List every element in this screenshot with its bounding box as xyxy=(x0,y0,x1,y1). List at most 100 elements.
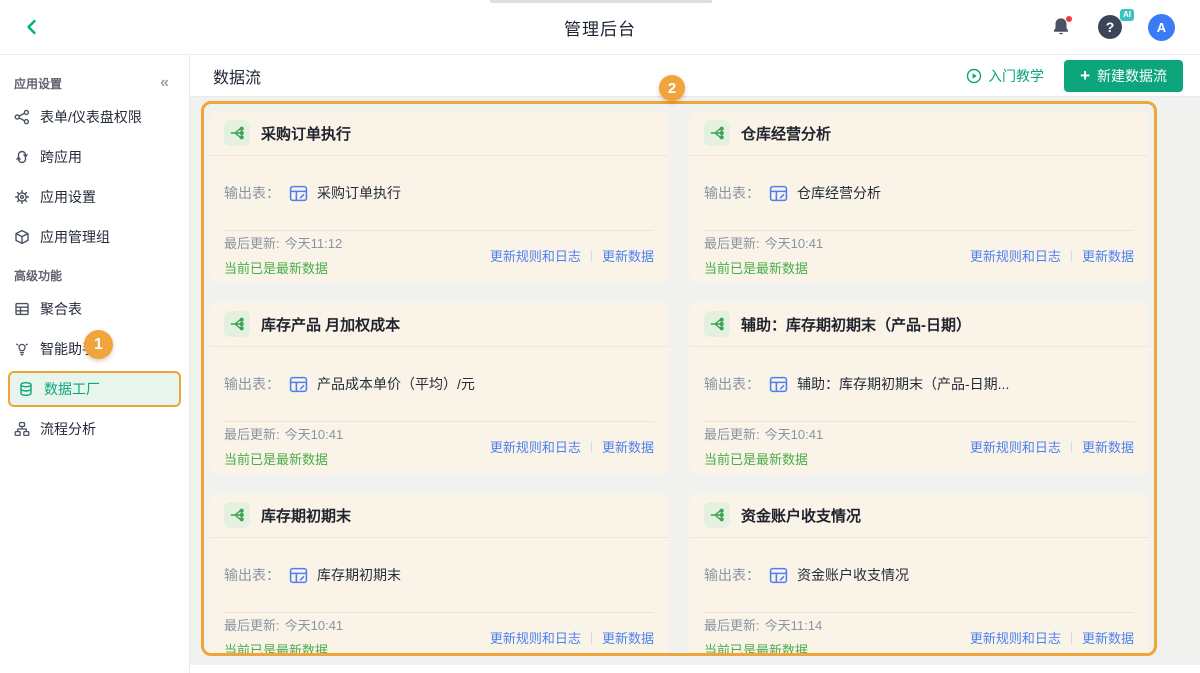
back-button[interactable] xyxy=(18,13,46,41)
content-area: 采购订单执行 输出表： 采购订单执行 最后更新:今天11:12 当前已是最新数据 xyxy=(190,97,1200,673)
update-rules-log-link[interactable]: 更新规则和日志 xyxy=(970,246,1061,265)
help-button[interactable]: ? AI xyxy=(1098,15,1122,39)
annotation-highlight-frame: 采购订单执行 输出表： 采购订单执行 最后更新:今天11:12 当前已是最新数据 xyxy=(201,101,1157,656)
link-divider: | xyxy=(590,439,593,453)
update-rules-log-link[interactable]: 更新规则和日志 xyxy=(490,628,581,647)
output-table-name[interactable]: 采购订单执行 xyxy=(317,183,401,203)
notifications-button[interactable] xyxy=(1050,16,1072,38)
status-latest: 当前已是最新数据 xyxy=(224,640,343,656)
section-header-label: 应用设置 xyxy=(14,75,62,92)
output-table-name[interactable]: 库存期初期末 xyxy=(317,565,401,585)
section-title: 数据流 xyxy=(213,64,261,88)
output-table-label: 输出表： xyxy=(224,565,280,585)
section-header-label: 高级功能 xyxy=(14,267,62,284)
dataflow-icon xyxy=(704,311,730,337)
card-title: 采购订单执行 xyxy=(261,123,351,144)
annotation-step-1-badge: 1 xyxy=(84,330,113,359)
tutorial-label: 入门教学 xyxy=(988,66,1044,86)
main-area: 数据流 入门教学 + 新建数据流 采购订单执行 xyxy=(190,55,1200,673)
updated-time: 今天10:41 xyxy=(765,424,824,443)
dataflow-icon xyxy=(704,502,730,528)
update-data-link[interactable]: 更新数据 xyxy=(1082,246,1134,265)
status-latest: 当前已是最新数据 xyxy=(704,640,822,656)
card-title: 库存产品 月加权成本 xyxy=(261,314,400,335)
ai-badge: AI xyxy=(1120,9,1134,21)
updated-label: 最后更新: xyxy=(224,424,280,443)
sitemap-icon xyxy=(14,421,30,437)
bottom-strip xyxy=(190,665,1200,673)
new-dataflow-label: 新建数据流 xyxy=(1097,66,1167,86)
cube-icon xyxy=(14,229,30,245)
dataflow-card[interactable]: 库存产品 月加权成本 输出表： 产品成本单价（平均）/元 最后更新:今天10:4… xyxy=(209,302,669,474)
tutorial-link[interactable]: 入门教学 xyxy=(966,66,1044,86)
page-title: 管理后台 xyxy=(564,15,636,40)
sidebar-item-label: 应用管理组 xyxy=(40,227,110,247)
dataflow-card[interactable]: 辅助：库存期初期末（产品-日期） 输出表： 辅助：库存期初期末（产品-日期...… xyxy=(689,302,1149,474)
sidebar-item-label: 流程分析 xyxy=(40,419,96,439)
output-table-name[interactable]: 仓库经营分析 xyxy=(797,183,881,203)
plus-icon: + xyxy=(1080,67,1090,84)
update-rules-log-link[interactable]: 更新规则和日志 xyxy=(970,437,1061,456)
sidebar-item-app-management-group[interactable]: 应用管理组 xyxy=(0,217,189,257)
updated-label: 最后更新: xyxy=(704,233,760,252)
top-notch-line xyxy=(490,0,712,3)
status-latest: 当前已是最新数据 xyxy=(224,449,343,468)
dataflow-card[interactable]: 库存期初期末 输出表： 库存期初期末 最后更新:今天10:41 当前已是最新数据 xyxy=(209,493,669,656)
card-title: 辅助：库存期初期末（产品-日期） xyxy=(741,314,971,335)
update-data-link[interactable]: 更新数据 xyxy=(1082,628,1134,647)
table-icon xyxy=(769,184,788,203)
table-icon xyxy=(289,566,308,585)
collapse-sidebar-icon[interactable]: « xyxy=(160,74,169,92)
dataflow-icon xyxy=(224,311,250,337)
sidebar-item-cross-app[interactable]: 跨应用 xyxy=(0,137,189,177)
output-table-name[interactable]: 产品成本单价（平均）/元 xyxy=(317,374,475,394)
update-data-link[interactable]: 更新数据 xyxy=(602,246,654,265)
output-table-label: 输出表： xyxy=(224,374,280,394)
update-rules-log-link[interactable]: 更新规则和日志 xyxy=(490,437,581,456)
sidebar-item-data-factory[interactable]: 数据工厂 xyxy=(8,371,181,407)
link-divider: | xyxy=(590,248,593,262)
update-rules-log-link[interactable]: 更新规则和日志 xyxy=(970,628,1061,647)
output-table-label: 输出表： xyxy=(704,565,760,585)
updated-time: 今天10:41 xyxy=(765,233,824,252)
chevron-left-icon xyxy=(23,18,41,36)
output-table-name[interactable]: 辅助：库存期初期末（产品-日期... xyxy=(797,374,1009,394)
dataflow-icon xyxy=(704,120,730,146)
sidebar-item-label: 表单/仪表盘权限 xyxy=(40,107,142,127)
sidebar-item-label: 数据工厂 xyxy=(44,379,100,399)
output-table-name[interactable]: 资金账户收支情况 xyxy=(797,565,909,585)
dataflow-card[interactable]: 资金账户收支情况 输出表： 资金账户收支情况 最后更新:今天11:14 当前已是… xyxy=(689,493,1149,656)
database-icon xyxy=(18,381,34,397)
sidebar: 应用设置 « 表单/仪表盘权限 跨应用 应用设置 应用管理组 高级功能 聚合表 xyxy=(0,55,190,673)
question-icon: ? xyxy=(1098,15,1122,39)
output-table-label: 输出表： xyxy=(704,374,760,394)
sidebar-item-process-analysis[interactable]: 流程分析 xyxy=(0,409,189,449)
dataflow-card[interactable]: 仓库经营分析 输出表： 仓库经营分析 最后更新:今天10:41 当前已是最新数据 xyxy=(689,111,1149,283)
sidebar-item-aggregate-table[interactable]: 聚合表 xyxy=(0,289,189,329)
dataflow-card[interactable]: 采购订单执行 输出表： 采购订单执行 最后更新:今天11:12 当前已是最新数据 xyxy=(209,111,669,283)
updated-label: 最后更新: xyxy=(224,233,280,252)
sidebar-item-label: 应用设置 xyxy=(40,187,96,207)
sidebar-item-form-dashboard-permissions[interactable]: 表单/仪表盘权限 xyxy=(0,97,189,137)
sidebar-section-app-settings: 应用设置 « xyxy=(0,69,189,97)
update-rules-log-link[interactable]: 更新规则和日志 xyxy=(490,246,581,265)
sidebar-item-label: 跨应用 xyxy=(40,147,82,167)
sidebar-section-advanced: 高级功能 xyxy=(0,261,189,289)
annotation-step-2-badge: 2 xyxy=(659,75,685,101)
updated-label: 最后更新: xyxy=(704,615,760,634)
grid-table-icon xyxy=(14,301,30,317)
update-data-link[interactable]: 更新数据 xyxy=(1082,437,1134,456)
dataflow-icon xyxy=(224,120,250,146)
dataflow-icon xyxy=(224,502,250,528)
avatar[interactable]: A xyxy=(1148,14,1175,41)
bulb-icon xyxy=(14,341,30,357)
link-divider: | xyxy=(1070,630,1073,644)
updated-label: 最后更新: xyxy=(224,615,280,634)
sidebar-item-app-settings[interactable]: 应用设置 xyxy=(0,177,189,217)
new-dataflow-button[interactable]: + 新建数据流 xyxy=(1064,60,1183,92)
status-latest: 当前已是最新数据 xyxy=(704,258,823,277)
main-header: 数据流 入门教学 + 新建数据流 xyxy=(190,55,1200,97)
update-data-link[interactable]: 更新数据 xyxy=(602,628,654,647)
update-data-link[interactable]: 更新数据 xyxy=(602,437,654,456)
table-icon xyxy=(289,375,308,394)
